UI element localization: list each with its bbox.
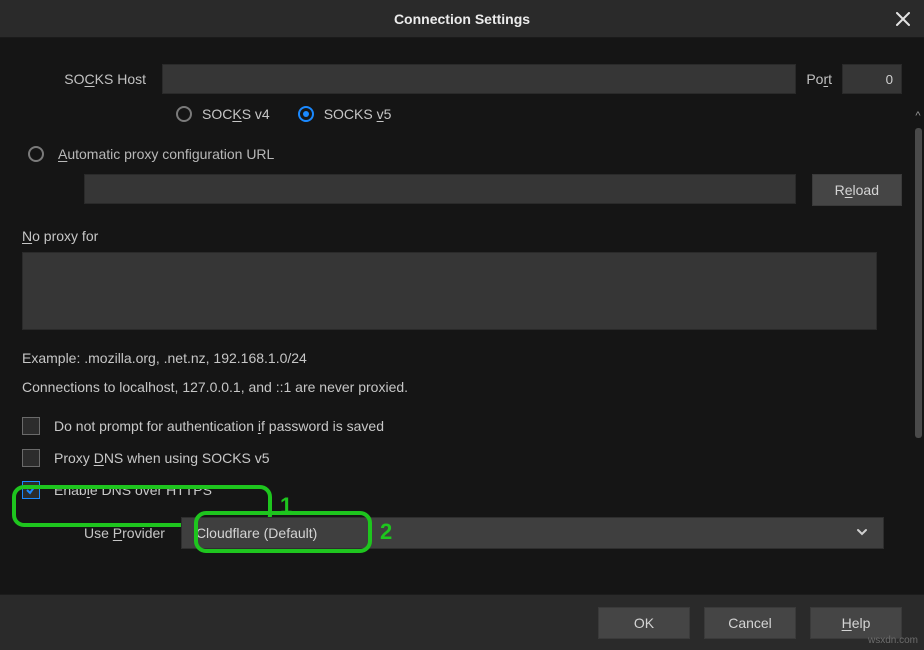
checkbox-icon: [22, 449, 40, 467]
dialog-title: Connection Settings: [394, 11, 530, 27]
enable-doh-label: Enable DNS over HTTPS: [54, 482, 212, 498]
pac-url-input[interactable]: [84, 174, 796, 204]
provider-row: Use Provider Cloudflare (Default) 2: [22, 517, 902, 549]
socks-port-input[interactable]: [842, 64, 902, 94]
socks-v4-label: SOCKS v4: [202, 106, 270, 122]
cancel-button[interactable]: Cancel: [704, 607, 796, 639]
provider-select[interactable]: Cloudflare (Default): [181, 517, 884, 549]
no-proxy-example: Example: .mozilla.org, .net.nz, 192.168.…: [22, 347, 902, 370]
socks-v5-label: SOCKS v5: [324, 106, 392, 122]
ok-button[interactable]: OK: [598, 607, 690, 639]
no-prompt-check-row[interactable]: Do not prompt for authentication if pass…: [22, 417, 902, 435]
proxy-dns-check-row[interactable]: Proxy DNS when using SOCKS v5: [22, 449, 902, 467]
provider-label: Use Provider: [84, 525, 165, 541]
scrollbar-thumb[interactable]: [915, 128, 922, 438]
radio-icon: [28, 146, 44, 162]
no-prompt-label: Do not prompt for authentication if pass…: [54, 418, 384, 434]
socks-version-group: SOCKS v4 SOCKS v5: [176, 106, 902, 122]
socks-host-label: SOCKS Host: [22, 71, 162, 87]
no-proxy-note: Connections to localhost, 127.0.0.1, and…: [22, 376, 902, 399]
pac-url-row: Reload: [84, 174, 902, 206]
help-button[interactable]: Help: [810, 607, 902, 639]
enable-doh-check-row[interactable]: Enable DNS over HTTPS: [22, 481, 902, 499]
checkbox-icon: [22, 417, 40, 435]
chevron-down-icon: [855, 525, 869, 542]
socks-port-label: Port: [796, 71, 842, 87]
dialog-content: ^ SOCKS Host Port SOCKS v4 SOCKS v5 Auto…: [0, 64, 924, 634]
watermark-text: wsxdn.com: [868, 635, 918, 646]
pac-radio-label: Automatic proxy configuration URL: [58, 146, 274, 162]
no-proxy-label: No proxy for: [22, 228, 902, 244]
socks-host-input[interactable]: [162, 64, 796, 94]
reload-button[interactable]: Reload: [812, 174, 902, 206]
proxy-dns-label: Proxy DNS when using SOCKS v5: [54, 450, 270, 466]
socks-v5-radio[interactable]: SOCKS v5: [298, 106, 392, 122]
scroll-up-icon[interactable]: ^: [912, 110, 924, 124]
radio-icon: [298, 106, 314, 122]
socks-v4-radio[interactable]: SOCKS v4: [176, 106, 270, 122]
socks-host-row: SOCKS Host Port: [22, 64, 902, 94]
titlebar: Connection Settings: [0, 0, 924, 38]
checkbox-icon: [22, 481, 40, 499]
close-icon[interactable]: [892, 8, 914, 30]
radio-icon: [176, 106, 192, 122]
provider-selected-value: Cloudflare (Default): [196, 525, 317, 541]
pac-radio-row[interactable]: Automatic proxy configuration URL: [22, 146, 902, 162]
no-proxy-textarea[interactable]: [22, 252, 877, 330]
dialog-footer: OK Cancel Help: [0, 594, 924, 650]
